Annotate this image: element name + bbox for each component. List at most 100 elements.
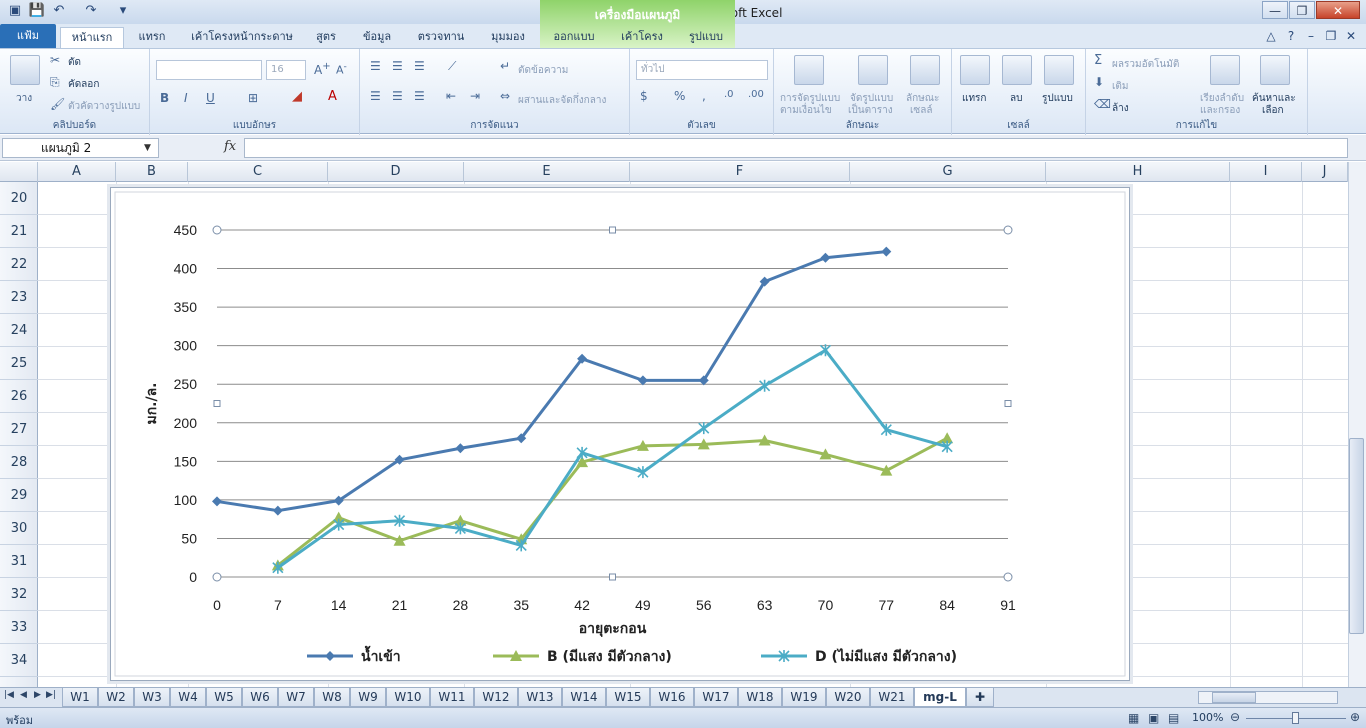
cell-styles-line2[interactable]: เซลล์ — [910, 103, 932, 118]
sheet-tab[interactable]: W2 — [98, 688, 134, 707]
insert-cells-icon[interactable] — [960, 55, 990, 85]
align-bottom-icon[interactable]: ☰ — [414, 59, 425, 73]
row-header[interactable]: 20 — [0, 182, 38, 215]
format-as-table-line2[interactable]: เป็นตาราง — [848, 103, 893, 118]
doc-restore-icon[interactable]: ❐ — [1322, 27, 1340, 45]
autosum-button[interactable]: ผลรวมอัตโนมัติ — [1112, 57, 1179, 72]
copy-icon[interactable]: ⎘ — [50, 75, 60, 90]
cut-icon[interactable]: ✂ — [50, 53, 60, 67]
border-icon[interactable]: ⊞ — [248, 91, 258, 105]
column-header[interactable]: I — [1230, 162, 1302, 182]
sheet-tab[interactable]: W4 — [170, 688, 206, 707]
find-select-icon[interactable] — [1260, 55, 1290, 85]
increase-indent-icon[interactable]: ⇥ — [470, 89, 480, 103]
row-header[interactable]: 31 — [0, 545, 38, 578]
align-center-icon[interactable]: ☰ — [392, 89, 403, 103]
insert-function-icon[interactable]: fx — [224, 139, 236, 154]
align-top-icon[interactable]: ☰ — [370, 59, 381, 73]
delete-cells-button[interactable]: ลบ — [1010, 91, 1022, 106]
sheet-tab[interactable]: W7 — [278, 688, 314, 707]
cell-styles-icon[interactable] — [910, 55, 940, 85]
align-right-icon[interactable]: ☰ — [414, 89, 425, 103]
sheet-tab[interactable]: W18 — [738, 688, 782, 707]
last-sheet-icon[interactable]: ▶| — [46, 690, 56, 700]
sort-filter-line2[interactable]: และกรอง — [1200, 103, 1240, 118]
doc-minimize-icon[interactable]: – — [1302, 27, 1320, 45]
fill-color-icon[interactable]: ◢ — [292, 89, 302, 104]
column-header[interactable]: F — [630, 162, 850, 182]
row-header[interactable]: 33 — [0, 611, 38, 644]
tab-file[interactable]: แฟ้ม — [0, 24, 56, 48]
row-header[interactable]: 27 — [0, 413, 38, 446]
normal-view-icon[interactable]: ▦ — [1128, 711, 1139, 725]
row-header[interactable]: 21 — [0, 215, 38, 248]
zoom-in-icon[interactable]: ⊕ — [1350, 710, 1360, 724]
sheet-tab[interactable]: W1 — [62, 688, 98, 707]
font-size-box[interactable]: 16 — [266, 60, 306, 80]
column-header[interactable]: G — [850, 162, 1046, 182]
format-cells-icon[interactable] — [1044, 55, 1074, 85]
orientation-icon[interactable]: ⟋ — [448, 59, 456, 74]
tab-home[interactable]: หน้าแรก — [60, 27, 124, 48]
bold-icon[interactable]: B — [160, 91, 169, 105]
sheet-tab[interactable]: W13 — [518, 688, 562, 707]
row-header[interactable]: 34 — [0, 644, 38, 677]
paste-button[interactable]: วาง — [16, 91, 32, 106]
prev-sheet-icon[interactable]: ◀ — [20, 690, 27, 700]
italic-icon[interactable]: I — [184, 91, 188, 105]
name-box-dropdown-icon[interactable]: ▼ — [144, 143, 151, 153]
tab-format-overlay[interactable]: รูปแบบ — [678, 27, 734, 48]
name-box[interactable]: แผนภูมิ 2 — [2, 138, 159, 158]
close-button[interactable]: ✕ — [1316, 1, 1360, 19]
sort-filter-icon[interactable] — [1210, 55, 1240, 85]
row-header[interactable]: 22 — [0, 248, 38, 281]
format-painter-button[interactable]: ตัวคัดวางรูปแบบ — [68, 99, 140, 114]
row-header[interactable]: 25 — [0, 347, 38, 380]
first-sheet-icon[interactable]: |◀ — [4, 690, 14, 700]
row-header[interactable]: 32 — [0, 578, 38, 611]
copy-button[interactable]: คัดลอก — [68, 77, 99, 92]
paste-icon[interactable] — [10, 55, 40, 85]
row-header[interactable]: 28 — [0, 446, 38, 479]
formula-input[interactable] — [244, 138, 1348, 158]
merge-center-button[interactable]: ผสานและจัดกึ่งกลาง — [518, 93, 606, 108]
underline-icon[interactable]: U — [206, 91, 215, 105]
tab-page-layout[interactable]: เค้าโครงหน้ากระดาษ — [184, 27, 300, 48]
grow-font-icon[interactable]: A+ — [314, 61, 331, 77]
sheet-tab[interactable]: W14 — [562, 688, 606, 707]
column-header[interactable]: B — [116, 162, 188, 182]
autosum-icon[interactable]: Σ — [1094, 53, 1102, 68]
tab-view[interactable]: มุมมอง — [480, 27, 536, 48]
row-header[interactable]: 26 — [0, 380, 38, 413]
align-middle-icon[interactable]: ☰ — [392, 59, 403, 73]
chart-area[interactable]: 0 50 100 150 200 250 300 350 400 450 0 7 14 21 28 35 42 4… — [110, 187, 1130, 681]
select-all-corner[interactable] — [0, 162, 38, 182]
percent-icon[interactable]: % — [674, 89, 685, 103]
doc-close-icon[interactable]: ✕ — [1342, 27, 1360, 45]
sheet-tab[interactable]: W21 — [870, 688, 914, 707]
zoom-out-icon[interactable]: ⊖ — [1230, 710, 1240, 724]
vertical-scroll-thumb[interactable] — [1349, 438, 1364, 634]
find-select-line2[interactable]: เลือก — [1262, 103, 1284, 118]
format-cells-button[interactable]: รูปแบบ — [1042, 91, 1073, 106]
shrink-font-icon[interactable]: A- — [336, 61, 347, 77]
sheet-tab[interactable]: W12 — [474, 688, 518, 707]
sheet-tab[interactable]: W20 — [826, 688, 870, 707]
decrease-indent-icon[interactable]: ⇤ — [446, 89, 456, 103]
minimize-button[interactable]: — — [1262, 1, 1288, 19]
insert-sheet-icon[interactable]: ✚ — [966, 688, 994, 707]
sheet-tab[interactable]: W16 — [650, 688, 694, 707]
horizontal-scroll-thumb[interactable] — [1212, 692, 1256, 703]
column-header[interactable]: J — [1302, 162, 1348, 182]
font-color-icon[interactable]: A — [328, 89, 337, 104]
comma-icon[interactable]: , — [702, 89, 706, 103]
insert-cells-button[interactable]: แทรก — [962, 91, 986, 106]
minimize-ribbon-icon[interactable]: △ — [1262, 27, 1280, 45]
delete-cells-icon[interactable] — [1002, 55, 1032, 85]
sheet-tab[interactable]: mg-L — [914, 688, 966, 707]
tab-data[interactable]: ข้อมูล — [352, 27, 402, 48]
sheet-tab[interactable]: W5 — [206, 688, 242, 707]
row-header[interactable]: 24 — [0, 314, 38, 347]
clear-icon[interactable]: ⌫ — [1094, 97, 1111, 111]
zoom-level[interactable]: 100% — [1192, 711, 1223, 724]
